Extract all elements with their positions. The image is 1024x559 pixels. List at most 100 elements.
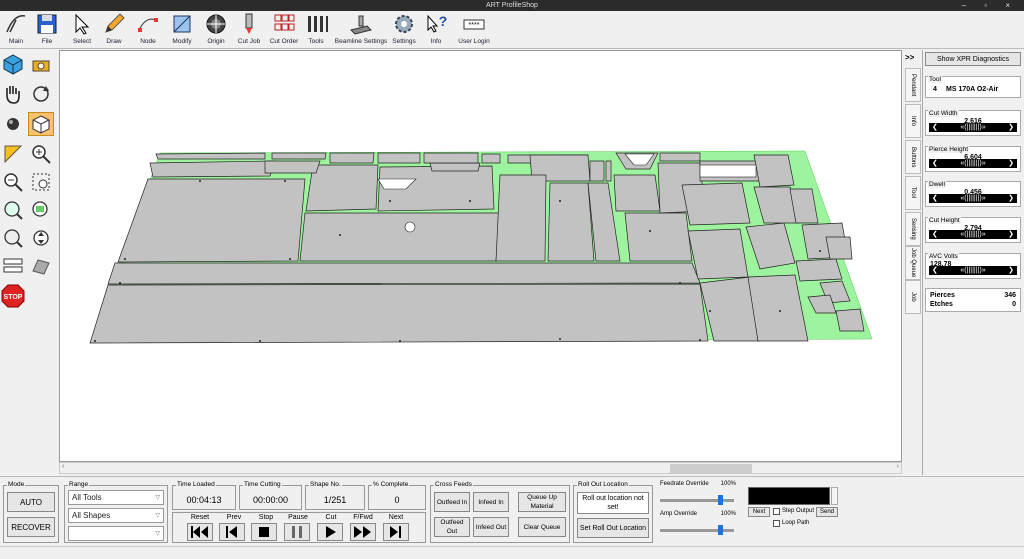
show-xpr-diagnostics-button[interactable]: Show XPR Diagnostics (925, 52, 1021, 66)
rotate-view-icon[interactable] (28, 82, 54, 106)
increase-icon[interactable]: ❯ (1008, 266, 1014, 275)
view-3d-icon[interactable] (0, 52, 26, 76)
modify-icon (173, 15, 191, 33)
toolbar-beamline-settings-button[interactable]: Beamline Settings (332, 12, 390, 45)
nest-sheet-icon[interactable] (0, 254, 26, 278)
recover-button[interactable]: RECOVER (7, 517, 55, 537)
amp-slider-thumb[interactable] (717, 525, 723, 535)
tab-tool[interactable]: Tool (905, 176, 921, 210)
percent-complete-group: % Complete 0 (368, 481, 426, 510)
auto-button[interactable]: AUTO (7, 492, 55, 512)
cut-width-slider[interactable]: ❮ «(|||||||)» ❯ (929, 123, 1017, 132)
avc-volts-slider[interactable]: ❮ «(|||||||)» ❯ (929, 266, 1017, 275)
reset-button[interactable] (187, 523, 213, 541)
toolbar-tools-button[interactable]: Tools (305, 12, 328, 45)
ruler-icon[interactable] (0, 142, 26, 166)
decrease-icon[interactable]: ❮ (932, 230, 938, 239)
toolbar-draw-button[interactable]: Draw (100, 12, 128, 45)
material-icon[interactable] (28, 254, 54, 278)
toolbar-label: Main (8, 38, 24, 45)
zoom-previous-icon[interactable] (0, 226, 26, 250)
stop-button[interactable] (251, 523, 277, 541)
amp-slider-track[interactable] (660, 529, 734, 532)
shape-range-select[interactable]: All Shapes ▽ (68, 508, 164, 523)
decrease-icon[interactable]: ❮ (932, 159, 938, 168)
prev-button[interactable] (219, 523, 245, 541)
stop-icon[interactable]: STOP (0, 284, 26, 308)
scroll-left-icon[interactable]: ‹ (62, 463, 64, 470)
increase-icon[interactable]: ❯ (1008, 230, 1014, 239)
outfeed-out-button[interactable]: Outfeed Out (434, 517, 470, 537)
feedrate-slider-track[interactable] (660, 499, 734, 502)
tab-buttons[interactable]: Buttons (905, 140, 921, 174)
feedrate-override-label: Feedrate Override (660, 481, 709, 487)
toolbar-file-button[interactable]: File (33, 12, 61, 45)
zoom-dynamic-icon[interactable] (28, 226, 54, 250)
toolbar-info-button[interactable]: ? Info (425, 12, 447, 45)
toolbar-origin-button[interactable]: Origin (202, 12, 230, 45)
toolbar-cut-order-button[interactable]: Cut Order (266, 12, 302, 45)
step-output-checkbox[interactable] (773, 508, 780, 515)
tab-sensing[interactable]: Sensing (905, 212, 921, 246)
dwell-slider[interactable]: ❮ «(|||||||)» ❯ (929, 194, 1017, 203)
tab-job-queue[interactable]: Job Queue (905, 246, 921, 280)
drawing-canvas[interactable] (59, 50, 902, 462)
infeed-in-button[interactable]: Infeed In (473, 492, 509, 512)
zoom-in-icon[interactable] (28, 142, 54, 166)
window-controls[interactable]: – ▫ × (962, 0, 1018, 11)
pan-hand-icon[interactable] (0, 82, 26, 106)
zoom-window-icon[interactable] (28, 170, 54, 194)
toolbar-settings-button[interactable]: Settings (390, 12, 418, 45)
decrease-icon[interactable]: ❮ (932, 123, 938, 132)
toolbar-user-login-button[interactable]: **** User Login (454, 12, 494, 45)
cut-height-slider[interactable]: ❮ «(|||||||)» ❯ (929, 230, 1017, 239)
ffwd-button[interactable] (350, 523, 376, 541)
camera-view-icon[interactable] (28, 52, 54, 76)
pencil-icon (105, 13, 125, 33)
increase-icon[interactable]: ❯ (1008, 194, 1014, 203)
toolbar-select-button[interactable]: Select (70, 12, 94, 45)
clear-queue-button[interactable]: Clear Queue (518, 517, 566, 537)
scroll-right-icon[interactable]: › (897, 463, 899, 470)
next-output-button[interactable]: Next (748, 507, 770, 517)
tool-range-select[interactable]: All Tools ▽ (68, 490, 164, 505)
set-roll-out-location-button[interactable]: Set Roll Out Location (577, 518, 649, 538)
queue-up-material-button[interactable]: Queue Up Material (518, 492, 566, 512)
reset-label: Reset (190, 514, 210, 521)
increase-icon[interactable]: ❯ (1008, 123, 1014, 132)
horizontal-scrollbar[interactable]: ‹ › (59, 462, 902, 474)
decrease-icon[interactable]: ❮ (932, 266, 938, 275)
toolbar-main-button[interactable]: Main (2, 12, 30, 45)
zoom-out-icon[interactable] (0, 170, 26, 194)
zoom-fit-icon[interactable] (28, 198, 54, 222)
pierce-height-slider[interactable]: ❮ «(|||||||)» ❯ (929, 159, 1017, 168)
shade-icon[interactable] (0, 112, 26, 136)
pause-button[interactable] (284, 523, 310, 541)
send-button[interactable]: Send (816, 507, 838, 517)
loop-path-checkbox[interactable] (773, 520, 780, 527)
toolbar-cut-job-button[interactable]: Cut Job (235, 12, 263, 45)
feedrate-slider-thumb[interactable] (717, 495, 723, 505)
tool-label: Tool (928, 76, 942, 83)
output-scrollbar[interactable] (831, 487, 838, 505)
zoom-extents-icon[interactable] (0, 198, 26, 222)
amp-override-value: 100% (720, 511, 736, 517)
decrease-icon[interactable]: ❮ (932, 194, 938, 203)
collapse-panel-button[interactable]: >> (905, 53, 914, 62)
infeed-out-button[interactable]: Infeed Out (473, 517, 509, 537)
extra-range-select[interactable]: ▽ (68, 526, 164, 541)
box-view-icon[interactable] (28, 112, 54, 136)
next-button[interactable] (383, 523, 409, 541)
cut-button[interactable] (317, 523, 343, 541)
increase-icon[interactable]: ❯ (1008, 159, 1014, 168)
toolbar-modify-button[interactable]: Modify (168, 12, 196, 45)
tab-job[interactable]: Job (905, 280, 921, 314)
output-group: Next Step Output Send Loop Path (746, 485, 841, 535)
next-label: Next (388, 514, 404, 521)
scroll-thumb[interactable] (670, 464, 752, 473)
tab-info[interactable]: Info (905, 104, 921, 138)
tab-pendant[interactable]: Pendant (905, 68, 921, 102)
slider-grip-icon: «(|||||||)» (960, 195, 986, 202)
outfeed-in-button[interactable]: Outfeed In (434, 492, 470, 512)
toolbar-node-button[interactable]: Node (136, 12, 160, 45)
